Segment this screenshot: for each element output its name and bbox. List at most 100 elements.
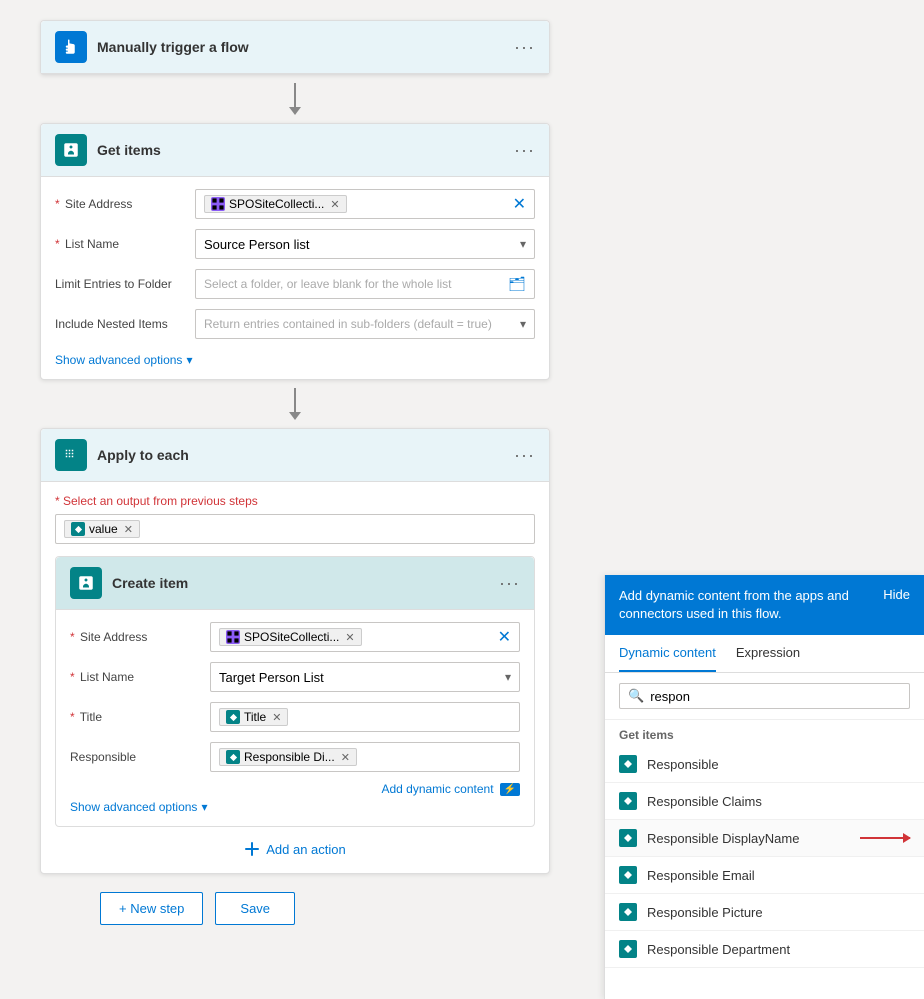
save-button[interactable]: Save [215,892,295,925]
dynamic-item-0[interactable]: Responsible [605,746,924,783]
create-site-address-row: * Site Address SPOSiteCollecti... ✕ ✕ [70,622,520,652]
list-name-field[interactable]: Source Person list ▾ [195,229,535,259]
create-title-tag-close[interactable]: ✕ [272,711,281,724]
create-item-more-menu[interactable]: ··· [499,573,520,594]
arrow-2 [40,380,550,428]
create-item-card: Create item ··· * Site Address [55,556,535,827]
dynamic-panel-tabs: Dynamic content Expression [605,635,924,673]
site-address-field[interactable]: SPOSiteCollecti... ✕ ✕ [195,189,535,219]
dynamic-item-label-0: Responsible [647,757,910,772]
add-action-row: Add an action [55,827,535,861]
output-field[interactable]: value ✕ [55,514,535,544]
trigger-more-menu[interactable]: ··· [514,37,535,58]
add-dynamic-row: Add dynamic content ⚡ [70,782,520,796]
create-item-title: Create item [112,575,499,591]
save-label: Save [240,901,270,916]
create-title-tag-icon [226,710,240,724]
hide-button[interactable]: Hide [883,587,910,602]
tab-expression[interactable]: Expression [736,635,800,672]
create-show-advanced-chevron: ▾ [201,800,207,814]
dynamic-item-icon-2 [619,829,637,847]
dynamic-badge: ⚡ [500,783,520,796]
create-title-label: * Title [70,710,210,724]
create-site-address-tag-label: SPOSiteCollecti... [244,630,339,644]
site-address-tag: SPOSiteCollecti... ✕ [204,195,347,213]
create-title-tag-label: Title [244,710,266,724]
dynamic-item-icon-3 [619,866,637,884]
create-title-field[interactable]: Title ✕ [210,702,520,732]
create-list-name-field[interactable]: Target Person List ▾ [210,662,520,692]
create-responsible-tag-close[interactable]: ✕ [341,751,350,764]
create-item-icon [70,567,102,599]
search-input[interactable] [650,689,901,704]
dynamic-item-icon-0 [619,755,637,773]
output-tag-icon [71,522,85,536]
panel-section-label: Get items [605,720,924,746]
create-site-address-clear[interactable]: ✕ [498,627,511,647]
add-dynamic-link[interactable]: Add dynamic content ⚡ [381,782,520,796]
trigger-card-header: Manually trigger a flow ··· [41,21,549,74]
create-site-address-tag: SPOSiteCollecti... ✕ [219,628,362,646]
list-name-value: Source Person list [204,237,310,252]
output-tag: value ✕ [64,520,140,538]
include-nested-field[interactable]: Return entries contained in sub-folders … [195,309,535,339]
dynamic-item-icon-5 [619,940,637,958]
new-step-button[interactable]: + New step [100,892,203,925]
site-address-clear[interactable]: ✕ [513,194,526,214]
apply-each-icon [55,439,87,471]
spo-icon [211,197,225,211]
output-tag-close[interactable]: ✕ [124,523,133,536]
create-site-address-tag-close[interactable]: ✕ [345,631,354,644]
search-box[interactable]: 🔍 [619,683,910,709]
create-site-address-field[interactable]: SPOSiteCollecti... ✕ ✕ [210,622,520,652]
dynamic-item-5[interactable]: Responsible Department [605,931,924,968]
dynamic-item-label-1: Responsible Claims [647,794,910,809]
get-items-show-advanced[interactable]: Show advanced options ▾ [55,353,192,367]
bottom-buttons: + New step Save [40,892,295,925]
limit-entries-label: Limit Entries to Folder [55,277,195,291]
create-responsible-row: Responsible Responsible Di... ✕ [70,742,520,772]
site-address-tag-label: SPOSiteCollecti... [229,197,324,211]
include-nested-row: Include Nested Items Return entries cont… [55,309,535,339]
get-items-show-advanced-chevron: ▾ [186,353,192,367]
arrow-1 [40,75,550,123]
create-list-name-row: * List Name Target Person List ▾ [70,662,520,692]
create-responsible-tag-label: Responsible Di... [244,750,335,764]
dynamic-item-1[interactable]: Responsible Claims [605,783,924,820]
limit-entries-field[interactable]: Select a folder, or leave blank for the … [195,269,535,299]
dynamic-item-icon-4 [619,903,637,921]
new-step-label: + New step [119,901,184,916]
apply-each-header: Apply to each ··· [41,429,549,482]
apply-each-card: Apply to each ··· * Select an output fro… [40,428,550,874]
create-responsible-field[interactable]: Responsible Di... ✕ [210,742,520,772]
trigger-card: Manually trigger a flow ··· [40,20,550,75]
create-responsible-label: Responsible [70,750,210,764]
create-spo-icon [226,630,240,644]
get-items-more-menu[interactable]: ··· [514,140,535,161]
create-show-advanced[interactable]: Show advanced options ▾ [70,800,207,814]
dynamic-item-3[interactable]: Responsible Email [605,857,924,894]
dynamic-item-2[interactable]: Responsible DisplayName [605,820,924,857]
tab-dynamic-content[interactable]: Dynamic content [619,635,716,672]
site-address-label: * Site Address [55,197,195,211]
create-title-tag: Title ✕ [219,708,288,726]
dynamic-panel-header-text: Add dynamic content from the apps and co… [619,587,873,623]
list-name-chevron: ▾ [520,237,526,251]
dynamic-item-label-4: Responsible Picture [647,905,910,920]
create-site-address-label: * Site Address [70,630,210,644]
dynamic-item-icon-1 [619,792,637,810]
create-item-body: * Site Address SPOSiteCollecti... ✕ ✕ [56,610,534,826]
get-items-header: Get items ··· [41,124,549,177]
get-items-show-advanced-label: Show advanced options [55,353,182,367]
dynamic-item-4[interactable]: Responsible Picture [605,894,924,931]
create-list-name-label: * List Name [70,670,210,684]
trigger-icon [55,31,87,63]
create-item-header: Create item ··· [56,557,534,610]
list-name-row: * List Name Source Person list ▾ [55,229,535,259]
site-address-tag-close[interactable]: ✕ [330,198,339,211]
add-action-button[interactable]: Add an action [244,841,346,857]
site-address-row: * Site Address SPOSiteCollecti... ✕ ✕ [55,189,535,219]
limit-entries-row: Limit Entries to Folder Select a folder,… [55,269,535,299]
include-nested-label: Include Nested Items [55,317,195,331]
apply-each-more-menu[interactable]: ··· [514,445,535,466]
